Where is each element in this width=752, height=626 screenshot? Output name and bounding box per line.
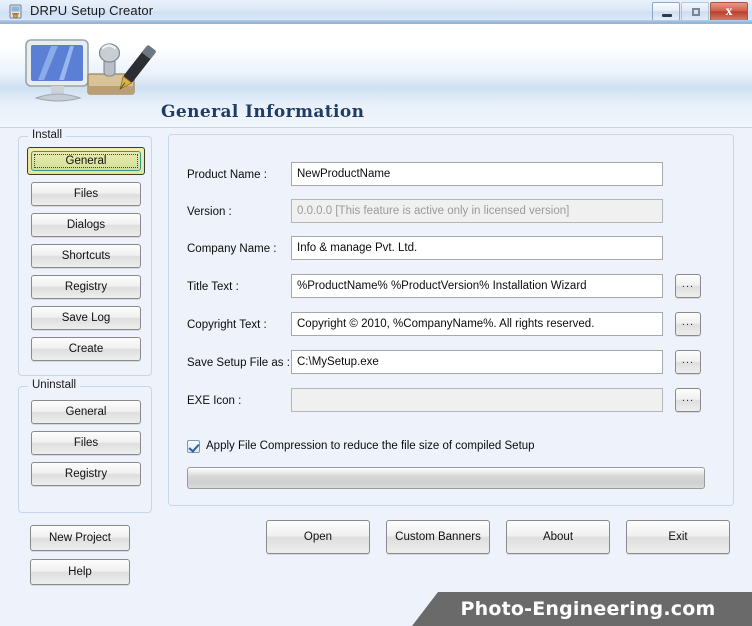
open-button[interactable]: Open — [266, 520, 370, 554]
window-controls: x — [652, 2, 748, 22]
sidebar-item-label: Files — [73, 437, 99, 449]
sidebar-item-label: General — [65, 155, 107, 167]
sidebar-item-uninstall-general[interactable]: General — [31, 400, 141, 424]
monitor-stamp-pen-icon — [18, 28, 158, 124]
exit-label: Exit — [668, 531, 688, 543]
install-group: Install General Files Dialogs Shortcuts … — [18, 129, 152, 376]
exe-icon-input[interactable] — [291, 388, 663, 412]
sidebar-item-label: Shortcuts — [61, 250, 111, 262]
progress-bar — [187, 467, 705, 489]
watermark-banner: Photo-Engineering.com — [412, 592, 752, 626]
about-button[interactable]: About — [506, 520, 610, 554]
title-bar: DRPU Setup Creator x — [0, 0, 752, 24]
page-title: General Information — [161, 102, 365, 122]
sidebar-item-label: Dialogs — [66, 219, 106, 231]
uninstall-group: Uninstall General Files Registry — [18, 379, 152, 513]
window-title: DRPU Setup Creator — [30, 3, 154, 18]
sidebar-item-install-create[interactable]: Create — [31, 337, 141, 361]
watermark-inner: Photo-Engineering.com — [438, 592, 738, 626]
sidebar-item-label: Save Log — [61, 312, 111, 324]
field-label: Company Name : — [187, 243, 277, 255]
field-copyright-text: Copyright Text : Copyright © 2010, %Comp… — [169, 312, 733, 338]
custom-banners-label: Custom Banners — [395, 531, 481, 543]
apply-compression-label: Apply File Compression to reduce the fil… — [206, 440, 535, 452]
product-name-input[interactable]: NewProductName — [291, 162, 663, 186]
sidebar-item-uninstall-registry[interactable]: Registry — [31, 462, 141, 486]
about-label: About — [542, 531, 574, 543]
watermark-text: Photo-Engineering.com — [460, 598, 716, 620]
field-label: Copyright Text : — [187, 319, 267, 331]
selected-button-inner: General — [31, 151, 141, 171]
app-icon — [8, 4, 24, 20]
minimize-button[interactable] — [652, 2, 680, 21]
checkbox-checked-icon[interactable] — [187, 439, 200, 453]
field-version: Version : 0.0.0.0 [This feature is activ… — [169, 199, 733, 225]
field-exe-icon: EXE Icon : ... — [169, 388, 733, 414]
sidebar-item-install-files[interactable]: Files — [31, 182, 141, 206]
field-label: Title Text : — [187, 281, 239, 293]
sidebar-item-label: Create — [68, 343, 104, 355]
new-project-button[interactable]: New Project — [30, 525, 130, 551]
sidebar-item-label: General — [65, 406, 107, 418]
sidebar-item-install-dialogs[interactable]: Dialogs — [31, 213, 141, 237]
header-banner: General Information — [0, 24, 752, 128]
custom-banners-button[interactable]: Custom Banners — [386, 520, 490, 554]
version-input: 0.0.0.0 [This feature is active only in … — [291, 199, 663, 223]
title-text-browse-button[interactable]: ... — [675, 274, 701, 298]
title-text-input[interactable]: %ProductName% %ProductVersion% Installat… — [291, 274, 663, 298]
exe-icon-browse-button[interactable]: ... — [675, 388, 701, 412]
save-setup-file-browse-button[interactable]: ... — [675, 350, 701, 374]
field-label: EXE Icon : — [187, 395, 242, 407]
sidebar-item-install-general[interactable]: General — [27, 147, 145, 175]
field-save-setup-file: Save Setup File as : C:\MySetup.exe ... — [169, 350, 733, 376]
open-label: Open — [303, 531, 333, 543]
sidebar-item-label: Files — [73, 188, 99, 200]
field-product-name: Product Name : NewProductName — [169, 162, 733, 188]
install-group-label: Install — [28, 129, 67, 141]
field-label: Version : — [187, 206, 232, 218]
sidebar-item-label: Registry — [64, 281, 108, 293]
general-information-panel: Product Name : NewProductName Version : … — [168, 134, 734, 506]
maximize-button[interactable] — [681, 2, 709, 21]
close-button[interactable]: x — [710, 2, 748, 21]
copyright-text-browse-button[interactable]: ... — [675, 312, 701, 336]
exit-button[interactable]: Exit — [626, 520, 730, 554]
apply-compression-row[interactable]: Apply File Compression to reduce the fil… — [187, 437, 535, 455]
sidebar-item-install-save-log[interactable]: Save Log — [31, 306, 141, 330]
save-setup-file-input[interactable]: C:\MySetup.exe — [291, 350, 663, 374]
body-area: Install General Files Dialogs Shortcuts … — [0, 128, 752, 598]
sidebar-item-install-shortcuts[interactable]: Shortcuts — [31, 244, 141, 268]
field-label: Product Name : — [187, 169, 267, 181]
help-button[interactable]: Help — [30, 559, 130, 585]
sidebar-item-label: Registry — [64, 468, 108, 480]
application-window: DRPU Setup Creator x General Information… — [0, 0, 752, 626]
field-label: Save Setup File as : — [187, 357, 290, 369]
sidebar-item-uninstall-files[interactable]: Files — [31, 431, 141, 455]
new-project-label: New Project — [49, 532, 111, 544]
sidebar-item-install-registry[interactable]: Registry — [31, 275, 141, 299]
uninstall-group-label: Uninstall — [28, 379, 81, 391]
field-company-name: Company Name : Info & manage Pvt. Ltd. — [169, 236, 733, 262]
copyright-text-input[interactable]: Copyright © 2010, %CompanyName%. All rig… — [291, 312, 663, 336]
company-name-input[interactable]: Info & manage Pvt. Ltd. — [291, 236, 663, 260]
help-label: Help — [68, 566, 92, 578]
field-title-text: Title Text : %ProductName% %ProductVersi… — [169, 274, 733, 300]
